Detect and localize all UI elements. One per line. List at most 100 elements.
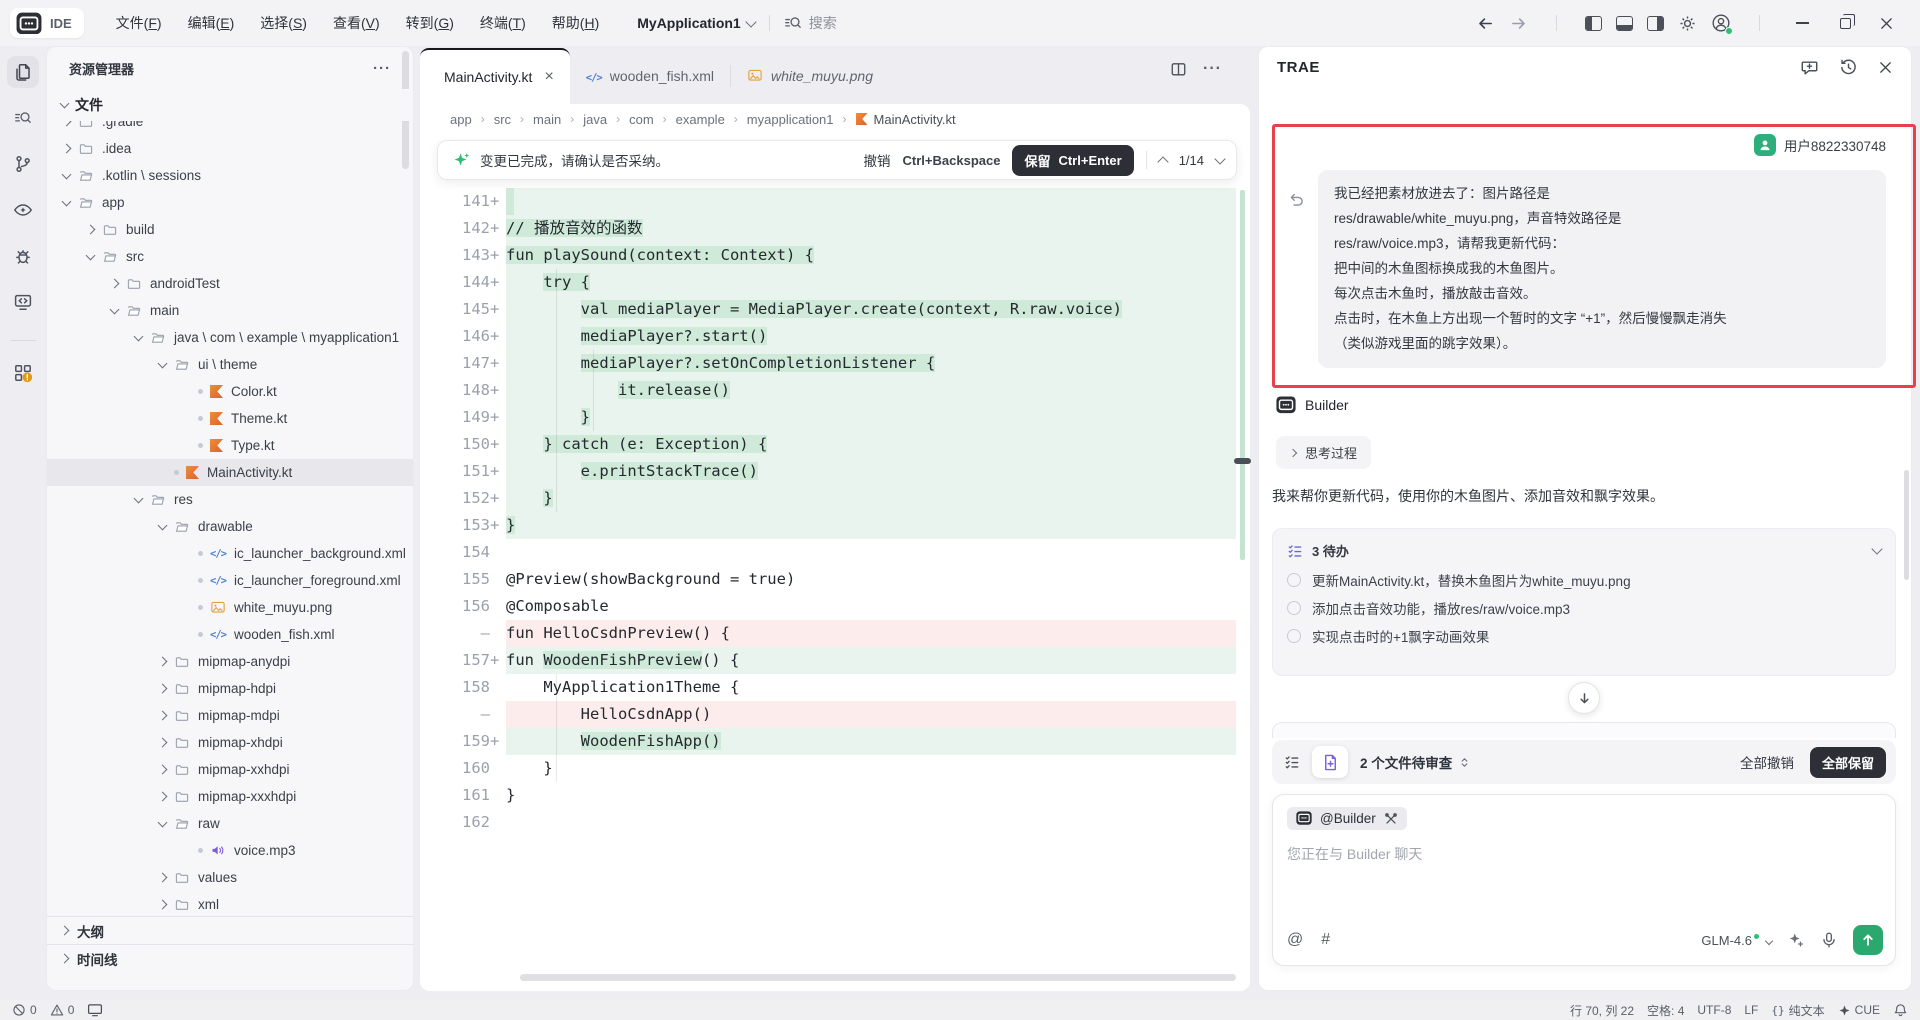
tree-item[interactable]: </>wooden_fish.xml	[47, 621, 413, 648]
toggle-bottom-panel-icon[interactable]	[1616, 16, 1633, 31]
breadcrumb-segment[interactable]: example	[676, 112, 725, 127]
split-editor-icon[interactable]	[1170, 61, 1187, 78]
status-item[interactable]: CUE	[1838, 1003, 1880, 1017]
menu-S[interactable]: 选择(S)	[250, 9, 317, 37]
enhance-prompt-icon[interactable]	[1787, 931, 1805, 949]
model-selector[interactable]: GLM-4.6	[1701, 933, 1772, 948]
tree-item[interactable]: res	[47, 486, 413, 513]
menu-G[interactable]: 转到(G)	[396, 9, 464, 37]
minimize-button[interactable]	[1796, 22, 1809, 24]
chat-scrollbar[interactable]	[1904, 470, 1909, 580]
tree-item[interactable]: mipmap-anydpi	[47, 648, 413, 675]
todo-item[interactable]: 实现点击时的+1飘字动画效果	[1287, 626, 1881, 646]
hash-icon[interactable]: #	[1321, 931, 1330, 949]
mention-icon[interactable]: @	[1287, 931, 1303, 949]
error-count[interactable]: 0	[12, 1003, 37, 1017]
activity-source-control-icon[interactable]	[7, 148, 39, 180]
agent-chip[interactable]: @Builder	[1287, 807, 1407, 830]
todo-item[interactable]: 添加点击音效功能，播放res/raw/voice.mp3	[1287, 598, 1881, 618]
send-button[interactable]	[1853, 925, 1883, 955]
reject-changes-button[interactable]: 撤销	[864, 150, 891, 170]
tree-item[interactable]: MainActivity.kt	[47, 459, 413, 486]
tree-item[interactable]: xml	[47, 891, 413, 916]
file-review-toggle[interactable]	[1312, 746, 1348, 778]
todo-checkbox[interactable]	[1287, 601, 1301, 615]
activity-search-icon[interactable]	[7, 102, 39, 134]
activity-extensions-icon[interactable]	[7, 357, 39, 389]
breadcrumb-segment[interactable]: myapplication1	[747, 112, 834, 127]
revert-message-icon[interactable]	[1288, 192, 1305, 209]
tree-item[interactable]: values	[47, 864, 413, 891]
tree-item[interactable]: java \ com \ example \ myapplication1	[47, 324, 413, 351]
tree-item[interactable]: Theme.kt	[47, 405, 413, 432]
activity-files-explorer-icon[interactable]	[7, 56, 39, 88]
tree-item[interactable]: raw	[47, 810, 413, 837]
tree-item[interactable]: Color.kt	[47, 378, 413, 405]
restore-button[interactable]	[1840, 18, 1851, 29]
breadcrumb-file[interactable]: MainActivity.kt	[856, 112, 956, 127]
chat-input-placeholder[interactable]: 您正在与 Builder 聊天	[1287, 844, 1881, 864]
tree-item[interactable]: mipmap-mdpi	[47, 702, 413, 729]
outline-section[interactable]: 大纲	[47, 916, 413, 944]
tree-item[interactable]: app	[47, 189, 413, 216]
scroll-to-bottom-button[interactable]	[1568, 682, 1600, 714]
status-item[interactable]: UTF-8	[1697, 1003, 1731, 1017]
status-item[interactable]: 行 70, 列 22	[1570, 1002, 1634, 1019]
tree-item[interactable]: </>ic_launcher_foreground.xml	[47, 567, 413, 594]
tree-item[interactable]: ui \ theme	[47, 351, 413, 378]
collapsed-card-edge[interactable]	[1272, 722, 1896, 738]
activity-preview-eye-icon[interactable]	[7, 194, 39, 226]
editor-more-button[interactable]: ···	[1203, 60, 1222, 78]
editor-horizontal-scrollbar[interactable]	[520, 974, 1236, 981]
tree-item[interactable]: mipmap-hdpi	[47, 675, 413, 702]
revert-all-button[interactable]: 全部撤销	[1740, 752, 1794, 772]
explorer-more-button[interactable]: ···	[373, 60, 391, 77]
prev-change-button[interactable]	[1157, 156, 1168, 167]
tab-wooden_fish.xml[interactable]: </>wooden_fish.xml	[570, 48, 730, 104]
todo-item[interactable]: 更新MainActivity.kt，替换木鱼图片为white_muyu.png	[1287, 570, 1881, 590]
toggle-left-panel-icon[interactable]	[1585, 16, 1602, 31]
menu-T[interactable]: 终端(T)	[470, 9, 536, 37]
forward-button[interactable]	[1509, 14, 1528, 33]
close-window-button[interactable]	[1872, 16, 1900, 31]
tree-item[interactable]: drawable	[47, 513, 413, 540]
todo-checkbox[interactable]	[1287, 573, 1301, 587]
thinking-process-toggle[interactable]: 思考过程	[1276, 436, 1371, 469]
close-panel-icon[interactable]	[1878, 60, 1893, 75]
tree-item[interactable]: voice.mp3	[47, 837, 413, 864]
tree-item[interactable]: src	[47, 243, 413, 270]
status-item[interactable]: 空格: 4	[1647, 1002, 1684, 1019]
tree-item[interactable]: .kotlin \ sessions	[47, 162, 413, 189]
close-tab-icon[interactable]: ×	[544, 68, 553, 86]
tree-item[interactable]: main	[47, 297, 413, 324]
menu-E[interactable]: 编辑(E)	[178, 9, 245, 37]
global-search[interactable]: 搜索	[784, 13, 837, 33]
menu-V[interactable]: 查看(V)	[323, 9, 390, 37]
tree-item[interactable]: </>ic_launcher_background.xml	[47, 540, 413, 567]
breadcrumb-segment[interactable]: java	[583, 112, 607, 127]
tree-item[interactable]: white_muyu.png	[47, 594, 413, 621]
project-switcher[interactable]: MyApplication1	[637, 15, 754, 31]
gear-icon[interactable]	[1678, 14, 1697, 33]
activity-debug-bug-icon[interactable]	[7, 240, 39, 272]
tree-item[interactable]: Type.kt	[47, 432, 413, 459]
tab-white_muyu.png[interactable]: white_muyu.png	[731, 48, 889, 104]
warning-count[interactable]: 0	[50, 1003, 75, 1017]
bell-icon[interactable]	[1893, 1003, 1908, 1018]
remote-screen-icon[interactable]	[87, 1002, 103, 1018]
account-avatar[interactable]	[1711, 13, 1731, 33]
menu-F[interactable]: 文件(F)	[106, 9, 172, 37]
tree-item[interactable]: androidTest	[47, 270, 413, 297]
status-item[interactable]: {}纯文本	[1771, 1002, 1824, 1019]
activity-code-window-icon[interactable]	[7, 286, 39, 318]
breadcrumb-segment[interactable]: main	[533, 112, 561, 127]
tree-item[interactable]: mipmap-xxhdpi	[47, 756, 413, 783]
menu-H[interactable]: 帮助(H)	[542, 9, 609, 37]
app-logo-pill[interactable]: IDE	[10, 8, 84, 39]
explorer-section-files[interactable]: 文件	[47, 89, 413, 121]
toggle-right-panel-icon[interactable]	[1647, 16, 1664, 31]
new-chat-icon[interactable]	[1800, 58, 1819, 77]
editor-scroll-marker[interactable]	[1234, 458, 1251, 464]
chat-input-area[interactable]: @Builder 您正在与 Builder 聊天 @ # GLM-4.6	[1272, 794, 1896, 966]
keep-all-button[interactable]: 全部保留	[1810, 747, 1886, 778]
